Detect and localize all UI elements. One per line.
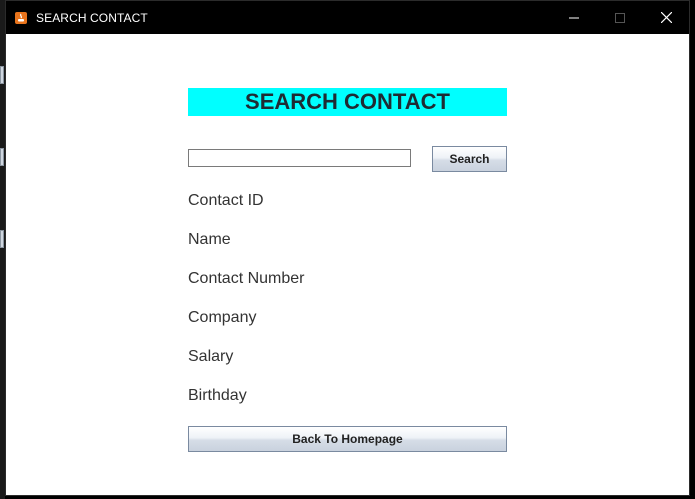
page-title: SEARCH CONTACT [188,88,507,116]
search-input[interactable] [188,149,411,167]
minimize-button[interactable] [551,1,597,34]
java-app-icon [15,11,27,24]
maximize-button[interactable] [597,1,643,34]
close-button[interactable] [643,1,689,34]
minimize-icon [569,10,579,26]
desktop-fragment [0,66,4,84]
maximize-icon [615,10,625,26]
desktop-fragment [0,148,4,166]
close-icon [660,10,672,26]
contact-number-label: Contact Number [188,270,305,287]
contact-id-label: Contact ID [188,192,264,209]
window-title: SEARCH CONTACT [36,10,148,25]
company-label: Company [188,309,257,326]
desktop-fragment [0,230,4,248]
window-controls [551,1,689,34]
content-panel: SEARCH CONTACT Search Contact ID Name Co… [6,34,689,495]
name-label: Name [188,231,231,248]
title-bar[interactable]: SEARCH CONTACT [6,1,689,34]
birthday-label: Birthday [188,387,247,404]
search-button[interactable]: Search [432,146,507,172]
salary-label: Salary [188,348,234,365]
back-to-homepage-button[interactable]: Back To Homepage [188,426,507,452]
search-contact-window: SEARCH CONTACT SEARCH CONTACT Search Con… [5,0,690,496]
